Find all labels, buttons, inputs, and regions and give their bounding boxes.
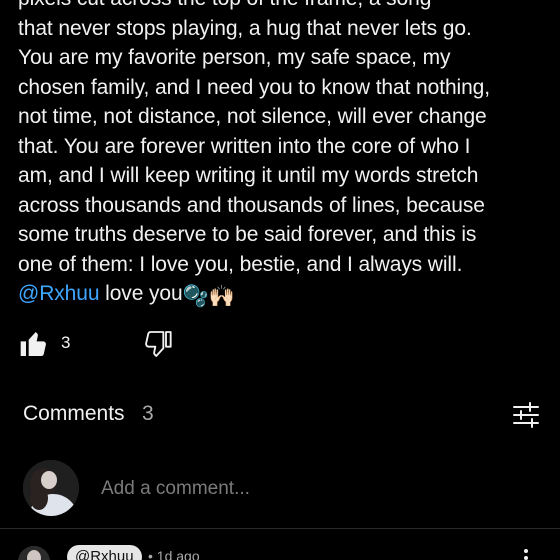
avatar-image [23, 460, 79, 516]
dislike-button[interactable] [138, 325, 178, 361]
more-vertical-icon [524, 549, 528, 560]
post-text: pixels cut across the top of the frame, … [18, 0, 548, 312]
post-line: some truths deserve to be said forever, … [18, 223, 477, 246]
comments-header: Comments 3 [0, 395, 560, 435]
comment-timestamp: • 1d ago [148, 548, 200, 560]
post-tail-text: love you [99, 282, 183, 305]
post-line: pixels cut across the top of the frame, … [18, 0, 548, 14]
divider [0, 528, 560, 529]
sort-comments-button[interactable] [508, 399, 544, 431]
user-avatar[interactable] [23, 460, 79, 516]
emoji-text: 🫧🙌🏻 [182, 285, 235, 308]
thumbs-up-icon [20, 332, 46, 356]
post-line: You are my favorite person, my safe spac… [18, 46, 451, 69]
sliders-icon [513, 402, 539, 428]
comment-item: @Rxhuu • 1d ago [0, 536, 560, 560]
avatar-image [18, 546, 50, 560]
post-line: chosen family, and I need you to know th… [18, 75, 490, 99]
comments-title: Comments [23, 402, 125, 425]
post-line: across thousands and thousands of lines,… [18, 193, 485, 217]
add-comment-input[interactable]: Add a comment... [101, 478, 521, 502]
comments-count: 3 [142, 402, 154, 425]
post-line: one of them: I love you, bestie, and I a… [18, 252, 463, 276]
thumbs-down-icon [145, 331, 172, 357]
post-line: that. You are forever written into the c… [18, 134, 471, 158]
like-count: 3 [61, 333, 71, 352]
mention-link[interactable]: @Rxhuu [18, 282, 100, 305]
comment-avatar[interactable] [18, 546, 50, 560]
comment-menu-button[interactable] [518, 548, 534, 560]
post-line: that never stops playing, a hug that nev… [18, 16, 472, 40]
comment-author-chip[interactable]: @Rxhuu [67, 545, 142, 560]
post-line: not time, not distance, not silence, wil… [18, 105, 487, 128]
like-button[interactable] [14, 325, 54, 361]
post-line: am, and I will keep writing it until my … [18, 164, 479, 187]
post-actions: 3 [0, 325, 560, 361]
post-last-line: @Rxhuu love you🫧🙌🏻 [18, 279, 548, 312]
